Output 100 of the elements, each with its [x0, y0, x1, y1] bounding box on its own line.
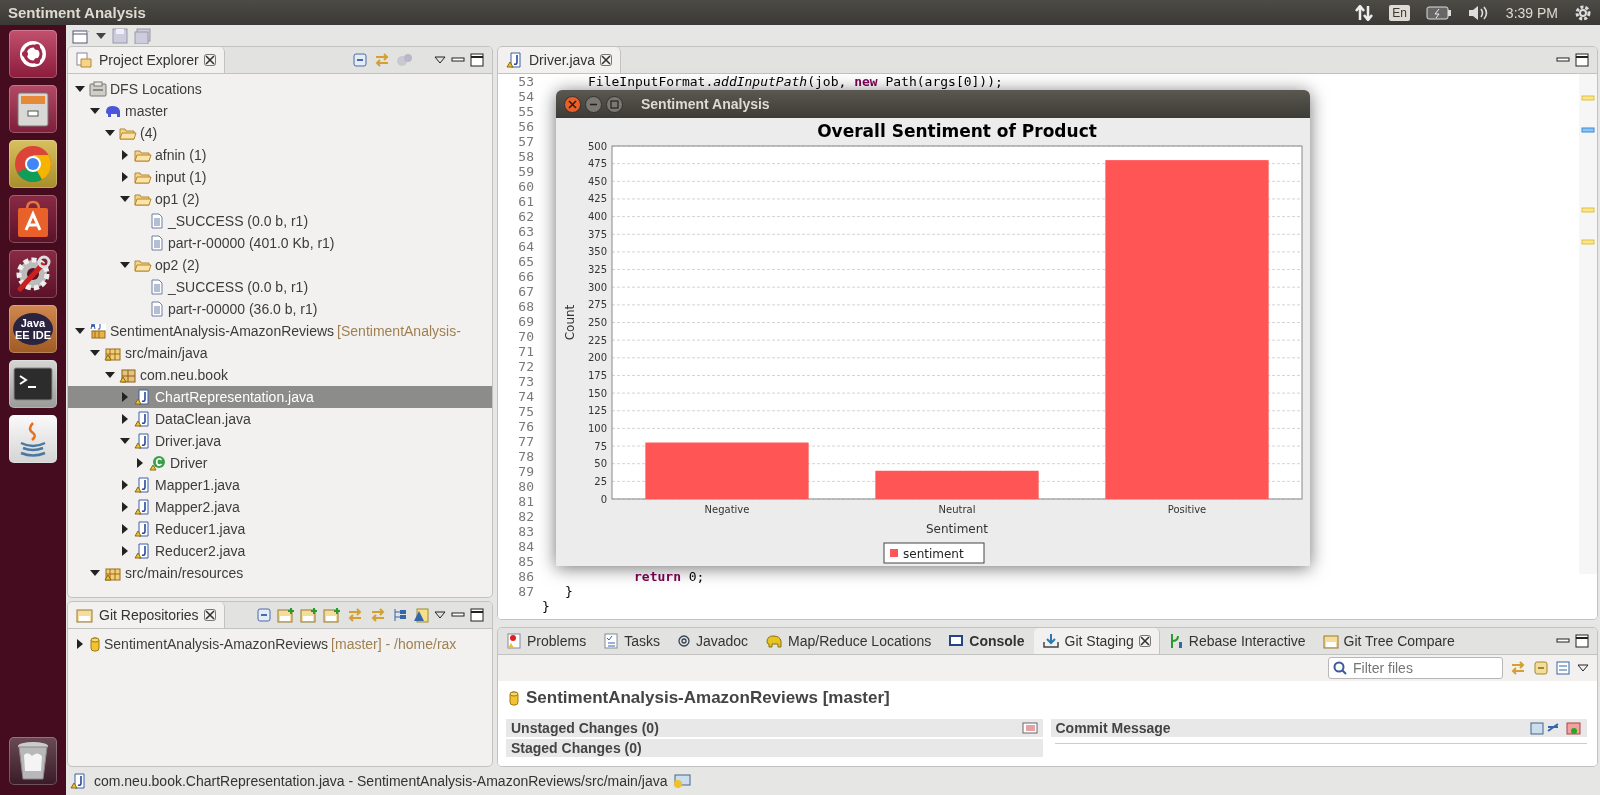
collapsed-arrow-icon[interactable]	[75, 639, 85, 649]
elephant-icon	[104, 103, 122, 119]
tree-item[interactable]: op1 (2)	[68, 188, 492, 210]
collapsed-arrow-icon[interactable]	[120, 150, 130, 160]
section-header[interactable]: Unstaged Changes (0)	[506, 719, 1043, 737]
chrome-logo-icon[interactable]	[9, 140, 57, 188]
view-menu-icon[interactable]	[434, 55, 446, 65]
java-file-icon	[70, 773, 88, 789]
view-tab[interactable]: Project Explorer	[68, 47, 225, 73]
tree-item[interactable]: DFS Locations	[68, 78, 492, 100]
trash-icon[interactable]	[9, 737, 57, 785]
network-arrows-icon[interactable]	[1355, 4, 1374, 21]
ubuntu-logo-icon[interactable]	[9, 30, 57, 78]
collapse-all-icon[interactable]	[256, 607, 272, 623]
view-tab[interactable]: Console	[940, 628, 1034, 654]
git-repository-icon[interactable]	[323, 607, 341, 623]
tree-item[interactable]: Reducer2.java	[68, 540, 492, 562]
view-menu-icon[interactable]	[1577, 663, 1589, 673]
keyboard-indicator[interactable]: En	[1389, 4, 1410, 21]
view-tab[interactable]: Git Tree Compare	[1314, 628, 1464, 654]
tree-item[interactable]: (4)	[68, 122, 492, 144]
git-repository-icon[interactable]	[300, 607, 318, 623]
view-tab[interactable]: Problems	[498, 628, 596, 654]
section-header[interactable]: Staged Changes (0)	[506, 739, 1043, 757]
expanded-arrow-icon[interactable]	[90, 106, 100, 116]
tree-item[interactable]: com.neu.book	[68, 364, 492, 386]
tree-item[interactable]: Driver	[68, 452, 492, 474]
maximize-button[interactable]	[606, 95, 623, 113]
volume-icon[interactable]	[1467, 4, 1490, 21]
tree-item[interactable]: Mapper1.java	[68, 474, 492, 496]
collapsed-arrow-icon[interactable]	[120, 546, 130, 556]
view-tab[interactable]: Git Staging	[1033, 628, 1160, 654]
tree-item[interactable]: src/main/java	[68, 342, 492, 364]
git-repository-icon[interactable]	[277, 607, 295, 623]
warning-note-icon[interactable]	[413, 607, 429, 623]
tree-item[interactable]: op2 (2)	[68, 254, 492, 276]
tree-item[interactable]: SentimentAnalysis-AmazonReviews [master] - /home/rax	[68, 633, 492, 655]
expanded-arrow-icon[interactable]	[90, 568, 100, 578]
view-tab[interactable]: Javadoc	[668, 628, 758, 654]
maximize-icon[interactable]	[470, 53, 484, 67]
tree-item[interactable]: DataClean.java	[68, 408, 492, 430]
close-button[interactable]	[564, 95, 581, 113]
view-tab[interactable]: Git Repositories	[68, 602, 225, 628]
view-tab[interactable]: Tasks	[595, 628, 669, 654]
hierarchy-icon[interactable]	[392, 607, 408, 623]
collapse-all-icon[interactable]	[352, 52, 368, 68]
close-icon[interactable]	[1138, 635, 1151, 647]
code-line: }	[564, 584, 574, 599]
collapsed-arrow-icon[interactable]	[120, 524, 130, 534]
expanded-arrow-icon[interactable]	[120, 436, 130, 446]
view-tab[interactable]: Map/Reduce Locations	[757, 628, 941, 654]
maximize-icon[interactable]	[470, 608, 484, 622]
ide-gear-icon[interactable]: Java EE IDE	[9, 305, 57, 353]
view-menu-icon[interactable]	[434, 610, 446, 620]
tree-item[interactable]: part-r-00000 (401.0 Kb, r1)	[68, 232, 492, 254]
collapsed-arrow-icon[interactable]	[135, 458, 145, 468]
view-tab[interactable]: Driver.java	[498, 47, 622, 73]
tree-item[interactable]: _SUCCESS (0.0 b, r1)	[68, 210, 492, 232]
expanded-arrow-icon[interactable]	[105, 370, 115, 380]
shopping-bag-icon[interactable]	[9, 195, 57, 243]
tree-item[interactable]: src/main/resources	[68, 562, 492, 584]
tree-item[interactable]: input (1)	[68, 166, 492, 188]
expanded-arrow-icon[interactable]	[75, 84, 85, 94]
coffee-cup-icon[interactable]	[9, 415, 57, 463]
file-cabinet-icon[interactable]	[9, 85, 57, 133]
collapsed-arrow-icon[interactable]	[120, 414, 130, 424]
close-icon[interactable]	[600, 54, 613, 66]
tree-item[interactable]: Driver.java	[68, 430, 492, 452]
collapsed-arrow-icon[interactable]	[120, 502, 130, 512]
view-tab[interactable]: Rebase Interactive	[1159, 628, 1315, 654]
minimize-button[interactable]	[585, 95, 602, 113]
collapsed-arrow-icon[interactable]	[120, 480, 130, 490]
tree-item[interactable]: _SUCCESS (0.0 b, r1)	[68, 276, 492, 298]
commit-tools-icon[interactable]	[1530, 721, 1582, 735]
expanded-arrow-icon[interactable]	[120, 260, 130, 270]
expanded-arrow-icon[interactable]	[105, 128, 115, 138]
expanded-arrow-icon[interactable]	[75, 326, 85, 336]
collapsed-arrow-icon[interactable]	[120, 172, 130, 182]
filter-field[interactable]: Filter files	[1328, 657, 1503, 679]
folder-icon	[134, 191, 152, 207]
tree-item[interactable]: afnin (1)	[68, 144, 492, 166]
close-icon[interactable]	[203, 54, 216, 66]
close-icon[interactable]	[203, 609, 216, 621]
expanded-arrow-icon[interactable]	[90, 348, 100, 358]
tree-item[interactable]: master	[68, 100, 492, 122]
new-wizard-icon[interactable]	[72, 27, 90, 44]
maximize-icon[interactable]	[1575, 53, 1589, 67]
battery-icon[interactable]	[1425, 5, 1452, 20]
gear-wrench-icon[interactable]	[9, 250, 57, 298]
tree-item[interactable]: Reducer1.java	[68, 518, 492, 540]
section-header[interactable]: Commit Message	[1050, 719, 1587, 737]
tree-item[interactable]: Mapper2.java	[68, 496, 492, 518]
maximize-icon[interactable]	[1575, 634, 1589, 648]
tree-item[interactable]: part-r-00000 (36.0 b, r1)	[68, 298, 492, 320]
tree-item[interactable]: SentimentAnalysis-AmazonReviews [SentimentAnalysis-	[68, 320, 492, 342]
expanded-arrow-icon[interactable]	[120, 194, 130, 204]
dropdown-caret-icon[interactable]	[96, 31, 106, 40]
gear-icon[interactable]	[1574, 3, 1592, 22]
clock[interactable]: 3:39 PM	[1505, 4, 1558, 21]
terminal-icon[interactable]	[9, 360, 57, 408]
